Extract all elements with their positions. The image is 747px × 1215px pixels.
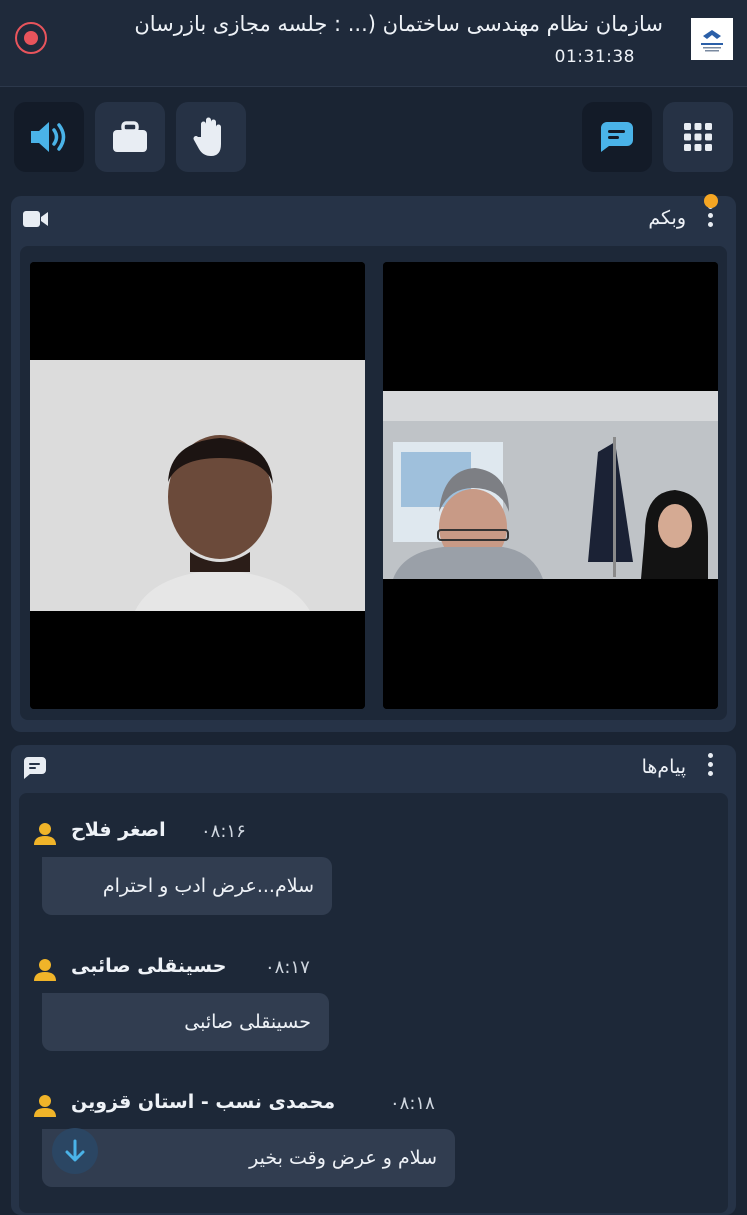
message-sender: حسینقلی صائبی (71, 955, 227, 977)
message-time: ۰۸:۱۷ (265, 957, 310, 978)
meeting-title: سازمان نظام مهندسی ساختمان (... : جلسه م… (134, 12, 663, 36)
messages-options-icon[interactable] (708, 753, 714, 780)
message-time: ۰۸:۱۸ (390, 1093, 435, 1114)
top-bar: سازمان نظام مهندسی ساختمان (... : جلسه م… (0, 0, 747, 87)
raise-hand-button[interactable] (176, 102, 246, 172)
video-camera-icon (23, 211, 48, 227)
grid-icon (684, 123, 712, 151)
user-avatar-icon (34, 823, 56, 845)
record-icon (24, 31, 38, 45)
briefcase-icon (113, 121, 147, 152)
toolbar (0, 86, 747, 186)
message-time: ۰۸:۱۶ (201, 821, 246, 842)
video-tile[interactable] (383, 262, 718, 709)
notification-dot (704, 194, 718, 208)
user-avatar-icon (34, 959, 56, 981)
hand-icon (193, 117, 221, 156)
webcam-panel: وبکم (11, 196, 736, 732)
chat-icon (24, 757, 46, 779)
participant-video (383, 262, 718, 709)
message-bubble: سلام...عرض ادب و احترام (42, 857, 332, 915)
user-avatar-icon (34, 1095, 56, 1117)
scroll-to-bottom-button[interactable] (52, 1128, 98, 1174)
webcam-panel-title: وبکم (648, 207, 686, 229)
chat-icon (601, 122, 633, 152)
message-list[interactable]: اصغر فلاح ۰۸:۱۶ سلام...عرض ادب و احترام … (19, 793, 728, 1213)
arrow-down-icon (65, 1139, 85, 1162)
webcam-options-icon[interactable] (708, 204, 714, 231)
meeting-timer: 01:31:38 (554, 47, 635, 67)
chat-button[interactable] (582, 102, 652, 172)
message-sender: محمدی نسب - استان قزوین (71, 1091, 336, 1113)
speaker-icon (31, 122, 66, 152)
video-tile[interactable] (30, 262, 365, 709)
messages-panel: پیام‌ها اصغر فلاح ۰۸:۱۶ سلام...عرض ادب و… (11, 745, 736, 1215)
participant-video (30, 262, 365, 709)
organization-logo (691, 18, 733, 60)
record-button[interactable] (15, 22, 47, 54)
message-sender: اصغر فلاح (71, 819, 166, 841)
messages-panel-title: پیام‌ها (641, 756, 686, 778)
message-bubble: حسینقلی صائبی (42, 993, 329, 1051)
speaker-button[interactable] (14, 102, 84, 172)
briefcase-button[interactable] (95, 102, 165, 172)
apps-button[interactable] (663, 102, 733, 172)
video-grid (20, 246, 727, 720)
message-bubble: سلام و عرض وقت بخیر (42, 1129, 455, 1187)
